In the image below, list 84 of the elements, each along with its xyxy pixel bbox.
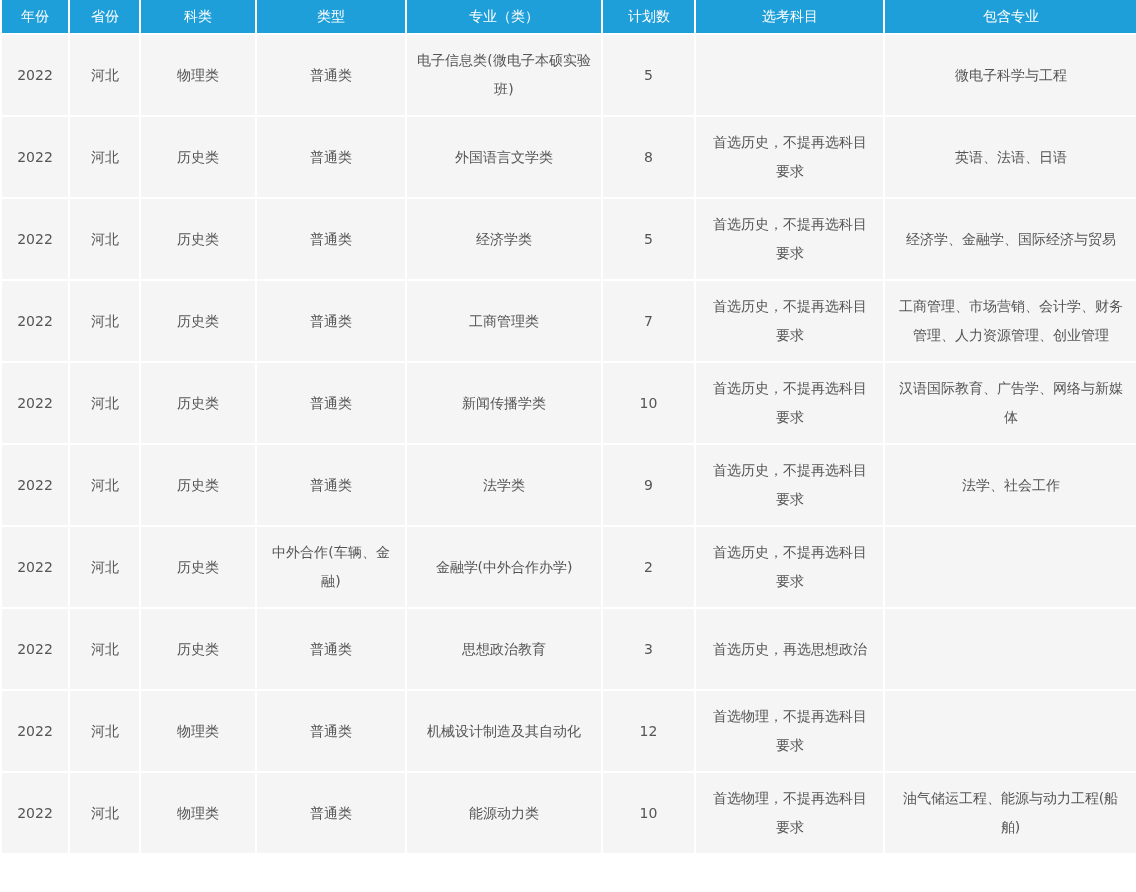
table-cell: 河北 [69,690,140,772]
table-cell: 2022 [1,608,69,690]
table-cell: 2022 [1,362,69,444]
table-cell: 工商管理、市场营销、会计学、财务管理、人力资源管理、创业管理 [884,280,1136,362]
table-cell: 河北 [69,772,140,854]
table-cell: 2022 [1,280,69,362]
table-cell: 2022 [1,444,69,526]
table-cell: 河北 [69,608,140,690]
table-cell: 经济学类 [406,198,602,280]
table-cell: 河北 [69,198,140,280]
table-cell: 历史类 [140,280,256,362]
table-cell: 河北 [69,34,140,116]
column-header: 选考科目 [695,0,884,34]
table-cell: 首选历史，再选思想政治 [695,608,884,690]
table-cell: 英语、法语、日语 [884,116,1136,198]
table-cell: 法学类 [406,444,602,526]
table-cell: 河北 [69,526,140,608]
table-cell: 5 [602,34,695,116]
table-cell: 5 [602,198,695,280]
column-header: 包含专业 [884,0,1136,34]
table-cell: 2 [602,526,695,608]
table-cell: 首选物理，不提再选科目要求 [695,690,884,772]
table-cell: 普通类 [256,34,406,116]
table-cell: 法学、社会工作 [884,444,1136,526]
table-cell: 外国语言文学类 [406,116,602,198]
table-cell: 汉语国际教育、广告学、网络与新媒体 [884,362,1136,444]
table-cell: 2022 [1,690,69,772]
table-cell: 2022 [1,526,69,608]
table-cell: 河北 [69,116,140,198]
table-cell: 10 [602,772,695,854]
column-header: 类型 [256,0,406,34]
table-cell: 能源动力类 [406,772,602,854]
table-cell: 普通类 [256,116,406,198]
table-cell: 普通类 [256,690,406,772]
table-cell: 8 [602,116,695,198]
table-cell: 2022 [1,34,69,116]
table-cell: 思想政治教育 [406,608,602,690]
table-cell: 首选历史，不提再选科目要求 [695,116,884,198]
table-cell: 新闻传播学类 [406,362,602,444]
table-cell: 首选历史，不提再选科目要求 [695,526,884,608]
column-header: 省份 [69,0,140,34]
table-cell: 首选历史，不提再选科目要求 [695,280,884,362]
table-cell: 电子信息类(微电子本硕实验班) [406,34,602,116]
table-cell: 9 [602,444,695,526]
table-cell: 经济学、金融学、国际经济与贸易 [884,198,1136,280]
table-cell: 历史类 [140,526,256,608]
table-cell: 普通类 [256,444,406,526]
table-cell: 3 [602,608,695,690]
table-cell: 物理类 [140,690,256,772]
table-cell: 工商管理类 [406,280,602,362]
table-cell: 首选物理，不提再选科目要求 [695,772,884,854]
table-cell: 首选历史，不提再选科目要求 [695,444,884,526]
table-cell: 金融学(中外合作办学) [406,526,602,608]
table-cell: 2022 [1,198,69,280]
table-cell: 物理类 [140,34,256,116]
table-cell: 中外合作(车辆、金融) [256,526,406,608]
table-cell: 河北 [69,280,140,362]
table-cell: 历史类 [140,198,256,280]
table-cell: 普通类 [256,772,406,854]
table-cell: 历史类 [140,444,256,526]
table-cell: 河北 [69,444,140,526]
table-cell: 10 [602,362,695,444]
table-cell: 河北 [69,362,140,444]
table-cell: 普通类 [256,362,406,444]
table-cell: 历史类 [140,608,256,690]
table-cell: 机械设计制造及其自动化 [406,690,602,772]
table-cell: 历史类 [140,116,256,198]
column-header: 科类 [140,0,256,34]
column-header: 专业（类） [406,0,602,34]
table-cell: 普通类 [256,198,406,280]
table-cell: 微电子科学与工程 [884,34,1136,116]
table-cell: 2022 [1,116,69,198]
table-cell: 2022 [1,772,69,854]
table-cell: 7 [602,280,695,362]
table-cell: 普通类 [256,608,406,690]
table-cell: 12 [602,690,695,772]
column-header: 年份 [1,0,69,34]
table-cell: 历史类 [140,362,256,444]
table-cell: 普通类 [256,280,406,362]
table-cell: 油气储运工程、能源与动力工程(船舶) [884,772,1136,854]
column-header: 计划数 [602,0,695,34]
table-cell: 首选历史，不提再选科目要求 [695,362,884,444]
table-cell: 物理类 [140,772,256,854]
table-cell: 首选历史，不提再选科目要求 [695,198,884,280]
